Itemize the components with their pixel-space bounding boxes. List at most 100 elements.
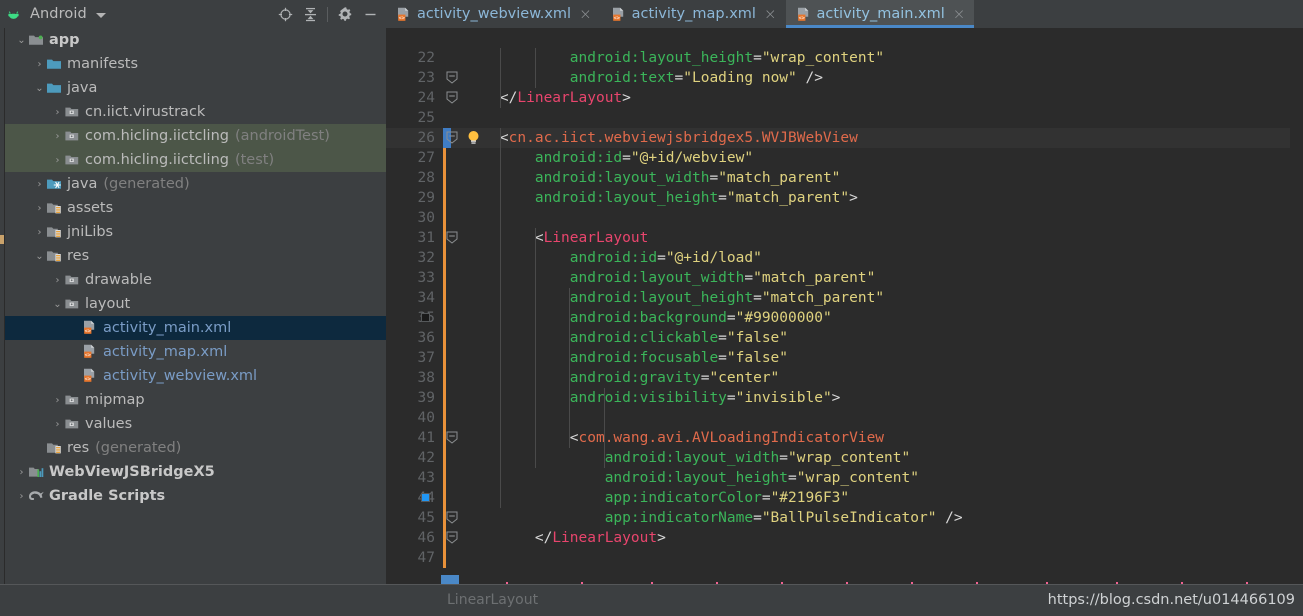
scrollbar-thumb[interactable] [441,575,459,584]
code-line-23[interactable]: 23 android:text="Loading now" /> [386,68,1290,89]
code-line-46[interactable]: 46 </LinearLayout> [386,528,1290,548]
code-text[interactable]: android:background="#99000000" [463,310,832,326]
tree-item-app[interactable]: ⌄ app [5,28,386,52]
tree-item-gradle-scripts[interactable]: › Gradle Scripts [5,484,386,508]
chevron-right-icon[interactable]: › [51,131,64,142]
fold-column[interactable] [443,268,463,288]
code-line-36[interactable]: 36 android:clickable="false" [386,328,1290,348]
code-text[interactable]: <com.wang.avi.AVLoadingIndicatorView [463,430,884,446]
code-text[interactable]: android:layout_height="wrap_content" [463,50,884,66]
chevron-down-icon[interactable]: ⌄ [33,251,46,262]
code-line-31[interactable]: 31 <LinearLayout [386,228,1290,248]
code-line-39[interactable]: 39 android:visibility="invisible"> [386,388,1290,408]
code-text[interactable]: android:layout_height="match_parent" [463,290,884,306]
editor-tab-activity_main-xml[interactable]: <> activity_main.xml × [785,0,975,28]
chevron-down-icon[interactable]: ⌄ [33,83,46,94]
code-line-33[interactable]: 33 android:layout_width="match_parent" [386,268,1290,288]
chevron-down-icon[interactable] [95,12,106,18]
chevron-right-icon[interactable]: › [51,395,64,406]
fold-column[interactable] [443,468,463,488]
tree-item-drawable[interactable]: › drawable [5,268,386,292]
fold-column[interactable] [443,528,463,548]
fold-column[interactable] [443,88,463,108]
code-line-43[interactable]: 43 android:layout_height="wrap_content" [386,468,1290,488]
editor-tab-activity_map-xml[interactable]: <> activity_map.xml × [600,0,786,28]
tree-item-activity-webview-xml[interactable]: <> activity_webview.xml [5,364,386,388]
code-line-32[interactable]: 32 android:id="@+id/load" [386,248,1290,268]
fold-marker-icon[interactable] [446,231,458,245]
code-text[interactable]: android:layout_width="match_parent" [463,170,841,186]
fold-marker-icon[interactable] [446,531,458,545]
code-line-25[interactable]: 25 [386,108,1290,128]
color-swatch-gutter-icon[interactable] [421,493,430,502]
fold-column[interactable] [443,168,463,188]
chevron-right-icon[interactable]: › [33,203,46,214]
code-line-30[interactable]: 30 [386,208,1290,228]
fold-column[interactable] [443,248,463,268]
editor-tab-activity_webview-xml[interactable]: <> activity_webview.xml × [386,0,601,28]
fold-marker-icon[interactable] [446,71,458,85]
code-line-27[interactable]: 27 android:id="@+id/webview" [386,148,1290,168]
breadcrumb[interactable]: LinearLayout [447,592,538,608]
minimize-icon[interactable] [358,2,382,26]
fold-column[interactable] [443,308,463,328]
editor-horizontal-scrollbar[interactable] [386,575,1290,584]
tree-item-res[interactable]: ⌄ res [5,244,386,268]
tree-item-cn-iict-virustrack[interactable]: › cn.iict.virustrack [5,100,386,124]
fold-column[interactable] [443,328,463,348]
code-line-37[interactable]: 37 android:focusable="false" [386,348,1290,368]
fold-marker-icon[interactable] [446,431,458,445]
fold-column[interactable] [443,108,463,128]
editor-scroll-area[interactable]: 22 android:layout_height="wrap_content" 2… [386,48,1290,575]
code-text[interactable]: android:layout_width="match_parent" [463,270,876,286]
code-line-29[interactable]: 29 android:layout_height="match_parent"> [386,188,1290,208]
fold-column[interactable] [443,188,463,208]
chevron-right-icon[interactable]: › [33,59,46,70]
tree-item-assets[interactable]: › assets [5,196,386,220]
tab-close-icon[interactable]: × [764,6,777,22]
tree-item-mipmap[interactable]: › mipmap [5,388,386,412]
locate-in-tree-icon[interactable] [273,2,297,26]
fold-column[interactable] [443,448,463,468]
fold-column[interactable] [443,128,463,148]
settings-gear-icon[interactable] [333,2,357,26]
error-stripe-gutter[interactable] [1290,28,1303,584]
chevron-right-icon[interactable]: › [15,491,28,502]
code-line-22[interactable]: 22 android:layout_height="wrap_content" [386,48,1290,68]
code-line-41[interactable]: 41 <com.wang.avi.AVLoadingIndicatorView [386,428,1290,448]
tree-item-values[interactable]: › values [5,412,386,436]
tab-close-icon[interactable]: × [579,6,592,22]
color-swatch-gutter-icon[interactable] [421,313,430,322]
code-text[interactable]: android:id="@+id/webview" [463,150,753,166]
tree-item-com-hicling-iictcling[interactable]: › com.hicling.iictcling (androidTest) [5,124,386,148]
chevron-right-icon[interactable]: › [33,179,46,190]
code-line-28[interactable]: 28 android:layout_width="match_parent" [386,168,1290,188]
code-line-26[interactable]: 26 <cn.ac.iict.webviewjsbridgex5.WVJBWeb… [386,128,1290,148]
chevron-right-icon[interactable]: › [51,155,64,166]
code-text[interactable]: android:clickable="false" [463,330,788,346]
code-line-35[interactable]: 35 android:background="#99000000" [386,308,1290,328]
code-line-44[interactable]: 44 app:indicatorColor="#2196F3" [386,488,1290,508]
fold-column[interactable] [443,368,463,388]
tree-item-java[interactable]: › java (generated) [5,172,386,196]
code-text[interactable]: </LinearLayout> [463,90,631,106]
fold-column[interactable] [443,408,463,428]
collapse-all-icon[interactable] [298,2,322,26]
chevron-down-icon[interactable]: ⌄ [15,35,28,46]
code-line-47[interactable]: 47 [386,548,1290,568]
chevron-right-icon[interactable]: › [51,275,64,286]
code-text[interactable]: android:visibility="invisible"> [463,390,841,406]
fold-column[interactable] [443,68,463,88]
code-line-40[interactable]: 40 [386,408,1290,428]
code-text[interactable]: android:layout_height="wrap_content" [463,470,919,486]
tree-item-java[interactable]: ⌄ java [5,76,386,100]
fold-column[interactable] [443,348,463,368]
code-text[interactable]: android:gravity="center" [463,370,780,386]
code-lines[interactable]: 22 android:layout_height="wrap_content" 2… [386,48,1290,575]
tree-item-webviewjsbridgex5[interactable]: › WebViewJSBridgeX5 [5,460,386,484]
code-line-42[interactable]: 42 android:layout_width="wrap_content" [386,448,1290,468]
fold-column[interactable] [443,508,463,528]
tab-close-icon[interactable]: × [953,6,966,22]
chevron-right-icon[interactable]: › [15,467,28,478]
fold-column[interactable] [443,548,463,568]
